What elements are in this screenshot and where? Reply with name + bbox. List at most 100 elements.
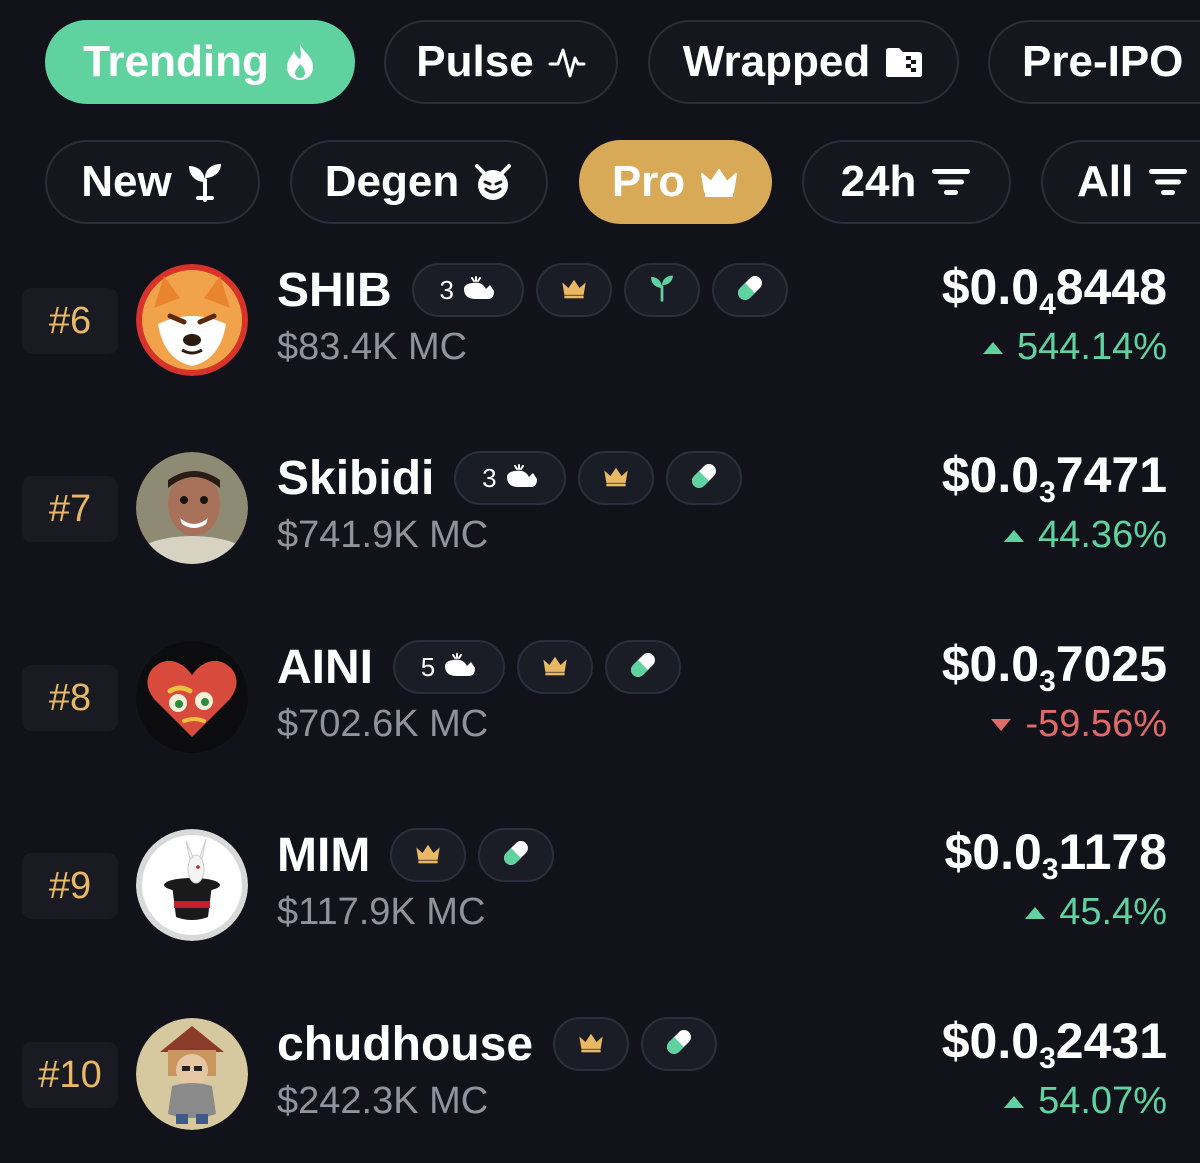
- rank-label: #10: [22, 1042, 118, 1108]
- pill-badge[interactable]: [641, 1017, 718, 1071]
- token-row-aini[interactable]: #8 AINI 5 $702.6K MC $0.037025 -59.56%: [0, 621, 1200, 771]
- pro-badge[interactable]: [535, 263, 612, 317]
- token-name-line: SHIB 3: [277, 258, 788, 322]
- tab-trending[interactable]: Trending: [45, 20, 355, 104]
- whale-count: 5: [420, 651, 436, 682]
- mim-avatar: [136, 829, 248, 941]
- token-row-chudhouse[interactable]: #10 chudhouse $242.3K MC $0.032431 54.07…: [0, 998, 1200, 1148]
- market-cap: $83.4K MC: [277, 326, 468, 368]
- flame-icon: [283, 42, 317, 82]
- tab-all[interactable]: All: [1041, 140, 1200, 224]
- rank-label: #7: [22, 476, 118, 542]
- price-change: 44.36%: [1004, 514, 1167, 557]
- token-name-line: AINI 5: [277, 635, 681, 699]
- tab-trending-label: Trending: [83, 37, 269, 86]
- whale-badge[interactable]: 3: [411, 263, 524, 317]
- tab-wrapped[interactable]: Wrapped: [648, 20, 959, 104]
- category-tabs: Trending Pulse Wrapped Pre-IPO: [0, 20, 1200, 104]
- arrow-up-icon: [1025, 906, 1046, 919]
- tab-pre-ipo[interactable]: Pre-IPO: [988, 20, 1200, 104]
- token-row-skibidi[interactable]: #7 Skibidi 3 $741.9K MC $0.037471 44.36%: [0, 432, 1200, 582]
- market-cap: $702.6K MC: [277, 703, 489, 745]
- tab-new[interactable]: New: [45, 140, 260, 224]
- crown-icon: [577, 1031, 605, 1058]
- price-change: 544.14%: [982, 326, 1167, 369]
- token-price: $0.037471: [941, 447, 1167, 509]
- pill-icon: [662, 1025, 696, 1064]
- arrow-down-icon: [991, 718, 1012, 731]
- wrapped-icon: [884, 45, 924, 79]
- rank-label: #9: [22, 853, 118, 919]
- price-change: 54.07%: [1004, 1080, 1167, 1123]
- token-name: AINI: [277, 640, 373, 694]
- pro-badge[interactable]: [578, 451, 655, 505]
- whale-icon: [462, 275, 496, 306]
- pro-badge[interactable]: [517, 640, 593, 694]
- filter-tabs: New Degen Pro 24h All: [0, 140, 1200, 224]
- token-price: $0.037025: [941, 636, 1167, 698]
- tab-pro[interactable]: Pro: [579, 140, 772, 224]
- pill-badge[interactable]: [605, 640, 681, 694]
- tab-degen[interactable]: Degen: [290, 140, 548, 224]
- token-name: SHIB: [277, 263, 392, 317]
- tab-24h[interactable]: 24h: [802, 140, 1011, 224]
- aini-avatar: [136, 641, 248, 753]
- whale-count: 3: [482, 462, 497, 493]
- pro-badge[interactable]: [553, 1017, 630, 1071]
- skibidi-avatar: [136, 452, 248, 564]
- market-cap: $741.9K MC: [277, 514, 489, 556]
- arrow-up-icon: [982, 341, 1003, 354]
- whale-count: 3: [439, 274, 454, 305]
- tab-pulse[interactable]: Pulse: [384, 20, 618, 104]
- chudhouse-avatar: [136, 1018, 248, 1130]
- pill-icon: [733, 271, 767, 310]
- token-price: $0.032431: [941, 1013, 1167, 1075]
- market-cap: $242.3K MC: [277, 1080, 489, 1122]
- tab-pro-label: Pro: [611, 157, 686, 206]
- token-name: chudhouse: [277, 1017, 534, 1071]
- token-list-screen: Trending Pulse Wrapped Pre-IPO New Degen…: [0, 0, 1200, 1163]
- token-price: $0.031178: [944, 824, 1168, 886]
- devil-icon: [473, 162, 513, 202]
- pill-icon: [687, 459, 721, 498]
- tab-all-label: All: [1077, 157, 1134, 206]
- pill-badge[interactable]: [666, 451, 743, 505]
- token-row-shib[interactable]: #6 SHIB 3 $83.4K MC $0.048448 544.14%: [0, 244, 1200, 394]
- shib-avatar: [136, 264, 248, 376]
- pro-badge[interactable]: [390, 828, 467, 882]
- pill-icon: [626, 648, 660, 687]
- token-name: MIM: [277, 828, 371, 882]
- sprout-icon: [186, 162, 224, 202]
- market-cap: $117.9K MC: [277, 891, 486, 933]
- crown-icon: [560, 277, 588, 304]
- whale-badge[interactable]: 5: [393, 640, 505, 694]
- tab-new-label: New: [81, 157, 172, 206]
- token-name-line: Skibidi 3: [277, 446, 743, 510]
- pill-badge[interactable]: [478, 828, 555, 882]
- pill-icon: [499, 836, 533, 875]
- tab-24h-label: 24h: [840, 157, 917, 206]
- tab-pre-ipo-label: Pre-IPO: [1022, 37, 1184, 86]
- sprout-icon: [649, 274, 675, 307]
- whale-badge[interactable]: 3: [454, 451, 567, 505]
- pulse-icon: [548, 44, 586, 80]
- arrow-up-icon: [1004, 1095, 1025, 1108]
- crown-icon: [541, 654, 569, 681]
- price-change: -59.56%: [991, 703, 1167, 746]
- tab-wrapped-label: Wrapped: [682, 37, 871, 86]
- token-price: $0.048448: [941, 259, 1167, 321]
- tab-pulse-label: Pulse: [416, 37, 534, 86]
- token-name: Skibidi: [277, 451, 435, 505]
- filter-lines-icon: [1147, 166, 1189, 198]
- filter-lines-icon: [930, 166, 972, 198]
- whale-icon: [443, 652, 477, 683]
- pill-badge[interactable]: [711, 263, 788, 317]
- new-badge[interactable]: [623, 263, 700, 317]
- price-change: 45.4%: [1025, 891, 1167, 934]
- arrow-up-icon: [1004, 529, 1025, 542]
- crown-icon: [414, 842, 442, 869]
- whale-icon: [505, 463, 539, 494]
- token-row-mim[interactable]: #9 MIM $117.9K MC $0.031178 45.4%: [0, 809, 1200, 959]
- tab-degen-label: Degen: [324, 157, 460, 206]
- crown-icon: [699, 166, 739, 198]
